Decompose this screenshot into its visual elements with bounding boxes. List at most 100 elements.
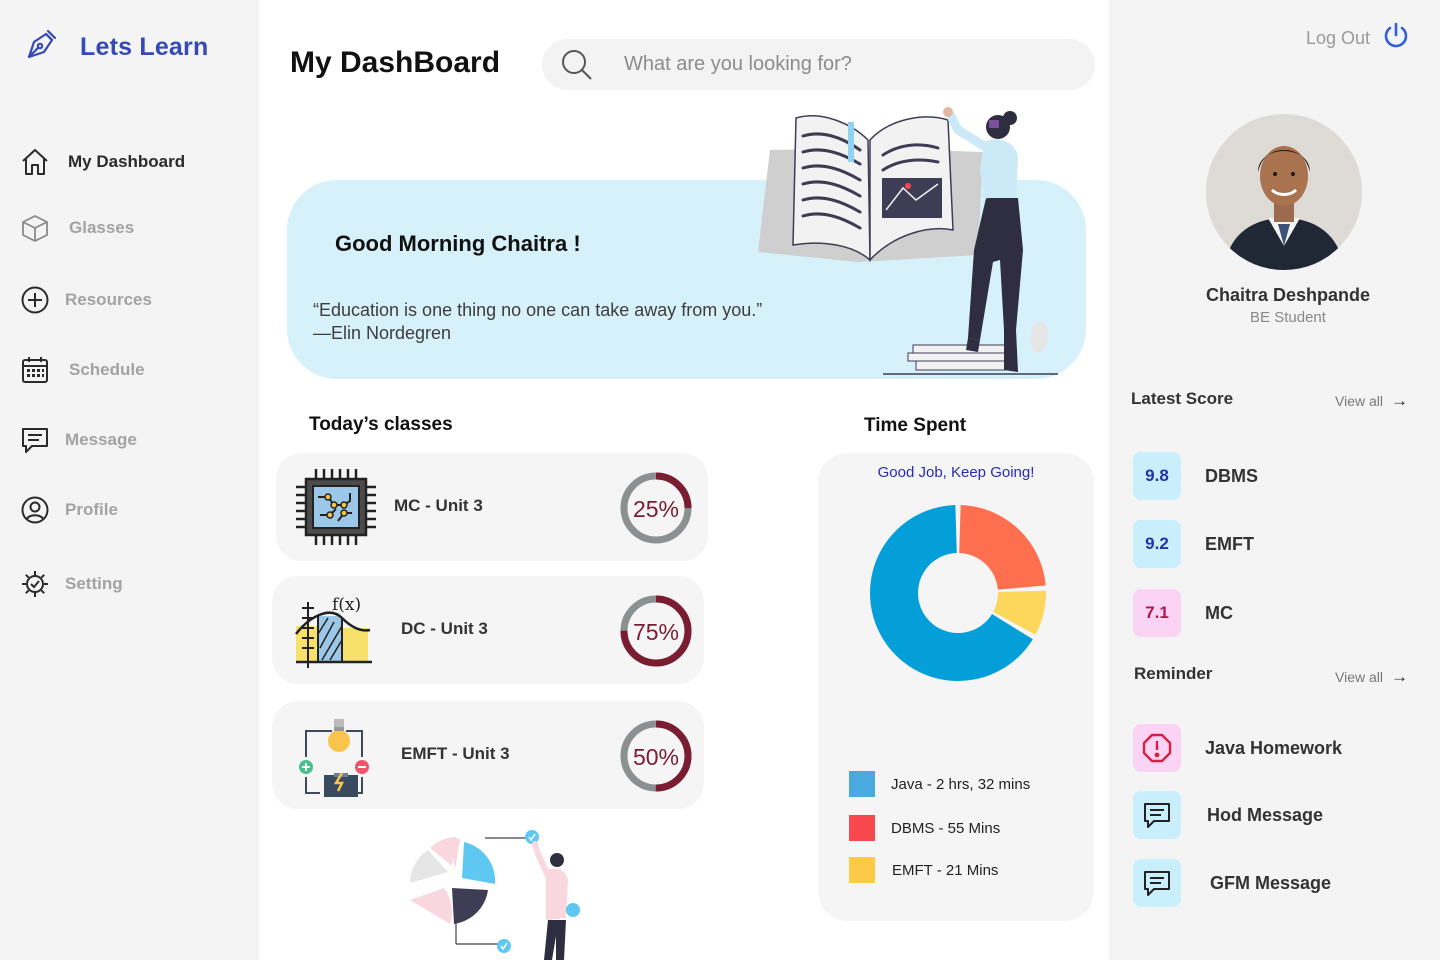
time-spent-donut-chart (870, 505, 1046, 681)
sidebar-item-glasses[interactable]: Glasses (20, 211, 134, 245)
reminder-badge (1133, 724, 1181, 772)
class-card-emft[interactable]: EMFT - Unit 3 50% (272, 701, 704, 809)
progress-label: 75% (633, 619, 679, 645)
sidebar-item-label: Schedule (69, 360, 145, 379)
sidebar-item-schedule[interactable]: Schedule (20, 353, 145, 387)
user-icon (20, 495, 50, 525)
search-bar[interactable] (542, 39, 1095, 90)
search-input[interactable] (624, 53, 1064, 76)
reminder-item-hod-message[interactable]: Hod Message (1133, 791, 1323, 839)
logout-button[interactable]: Log Out (1306, 22, 1410, 55)
reading-woman-illustration (758, 107, 1058, 375)
score-badge: 9.2 (1133, 520, 1181, 568)
progress-label: 25% (633, 496, 679, 522)
class-name: DC - Unit 3 (401, 619, 488, 638)
reminders-view-all-link[interactable]: View all → (1335, 667, 1408, 687)
reminder-item-gfm-message[interactable]: GFM Message (1133, 859, 1331, 907)
time-spent-title: Time Spent (864, 415, 967, 436)
greeting-text: Good Morning Chaitra ! (335, 231, 581, 256)
sidebar: Lets Learn My Dashboard Glasses Resource… (0, 0, 259, 960)
circuit-bulb-icon (299, 719, 369, 797)
sidebar-item-label: Profile (65, 500, 118, 519)
quote-text: “Education is one thing no one can take … (313, 299, 762, 345)
reminder-label: GFM Message (1210, 872, 1332, 893)
legend-swatch (849, 815, 875, 841)
home-icon (20, 147, 50, 177)
arrow-right-icon: → (1391, 391, 1408, 410)
class-card-mc[interactable]: MC - Unit 3 25% (276, 453, 708, 561)
legend-label: Java - 2 hrs, 32 mins (891, 775, 1031, 793)
calendar-icon (20, 355, 50, 385)
sidebar-item-label: Resources (65, 290, 152, 309)
score-subject: MC (1205, 602, 1233, 623)
reminder-title: Reminder (1134, 664, 1213, 683)
sidebar-item-label: Setting (65, 574, 123, 593)
legend-label: DBMS - 55 Mins (891, 819, 1001, 837)
profile-panel: Log Out Chaitra Deshpande BE Student Lat… (1109, 0, 1440, 960)
class-card-dc[interactable]: f(x) DC - Unit 3 75% (272, 576, 704, 684)
quote-author: —Elin Nordegren (313, 323, 452, 343)
app-logo[interactable]: Lets Learn (24, 28, 208, 67)
app-title: Lets Learn (80, 33, 209, 61)
score-item-mc[interactable]: 7.1 MC (1133, 589, 1233, 637)
legend-label: EMFT - 21 Mins (892, 861, 999, 879)
progress-ring: 75% (620, 595, 692, 667)
latest-score-title: Latest Score (1131, 389, 1234, 408)
sidebar-item-resources[interactable]: Resources (20, 283, 152, 317)
logout-label: Log Out (1305, 28, 1370, 48)
chip-icon (296, 469, 376, 545)
reminder-item-java-homework[interactable]: Java Homework (1133, 724, 1342, 772)
sidebar-item-my-dashboard[interactable]: My Dashboard (20, 145, 185, 179)
plus-circle-icon (20, 285, 50, 315)
legend-swatch (849, 771, 875, 797)
sidebar-item-message[interactable]: Message (20, 423, 137, 457)
reminder-badge (1133, 791, 1181, 839)
sidebar-item-profile[interactable]: Profile (20, 493, 118, 527)
sidebar-item-label: Message (65, 430, 137, 449)
pen-nib-icon (24, 28, 58, 67)
page-title: My DashBoard (290, 46, 501, 79)
score-item-emft[interactable]: 9.2 EMFT (1133, 520, 1254, 568)
score-badge: 9.8 (1133, 452, 1181, 500)
legend-item-dbms: DBMS - 55 Mins (849, 815, 1000, 841)
view-all-label: View all (1335, 393, 1383, 409)
donut-slice-dbms (959, 505, 1046, 590)
gear-icon (20, 569, 50, 599)
message-icon (20, 425, 50, 455)
alert-octagon-icon (1142, 733, 1172, 763)
chart-person-illustration (410, 830, 580, 960)
class-name: EMFT - Unit 3 (401, 744, 510, 763)
cube-icon (20, 213, 50, 243)
reminder-badge (1133, 859, 1181, 907)
profile-name: Chaitra Deshpande (1205, 285, 1371, 305)
arrow-right-icon: → (1391, 667, 1408, 686)
progress-ring: 50% (620, 720, 692, 792)
message-icon (1144, 803, 1170, 828)
reminder-label: Hod Message (1207, 804, 1324, 825)
view-all-label: View all (1335, 669, 1383, 685)
profile-role: BE Student (1250, 309, 1326, 326)
legend-item-emft: EMFT - 21 Mins (849, 857, 998, 883)
svg-text:f(x): f(x) (332, 595, 361, 615)
reminder-label: Java Homework (1205, 737, 1343, 758)
score-item-dbms[interactable]: 9.8 DBMS (1133, 452, 1258, 500)
power-icon (1382, 22, 1410, 55)
progress-label: 50% (633, 744, 679, 770)
class-name: MC - Unit 3 (394, 496, 483, 515)
scores-view-all-link[interactable]: View all → (1335, 391, 1408, 411)
time-spent-card: Good Job, Keep Going! Java - 2 hrs, 32 m… (818, 453, 1094, 921)
message-icon (1144, 871, 1170, 896)
classes-section-title: Today’s classes (309, 414, 453, 435)
score-subject: EMFT (1205, 533, 1254, 554)
score-subject: DBMS (1205, 465, 1258, 486)
avatar[interactable] (1206, 114, 1362, 270)
sidebar-item-setting[interactable]: Setting (20, 567, 123, 601)
search-icon[interactable] (560, 48, 594, 82)
score-badge: 7.1 (1133, 589, 1181, 637)
profile-photo (1206, 114, 1362, 270)
sidebar-item-label: Glasses (69, 218, 135, 237)
function-graph-icon: f(x) (295, 595, 372, 668)
legend-swatch (849, 857, 875, 883)
quote-line: “Education is one thing no one can take … (313, 300, 763, 320)
sidebar-item-label: My Dashboard (68, 152, 186, 171)
